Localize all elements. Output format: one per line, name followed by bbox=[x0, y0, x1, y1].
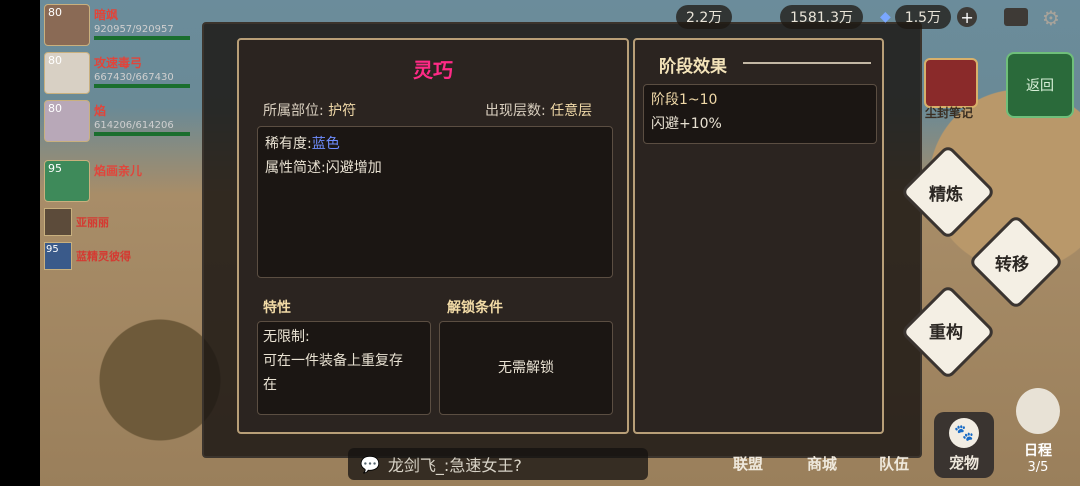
tab-alliance[interactable]: 联盟 bbox=[722, 446, 774, 480]
unlock-text: 无需解锁 bbox=[498, 360, 554, 376]
hp-bar bbox=[94, 132, 190, 136]
paw-icon: 🐾 bbox=[949, 418, 979, 448]
member-hp: 920957/920957 bbox=[94, 24, 174, 35]
schedule-label: 日程 bbox=[1024, 443, 1052, 459]
chat-message: 龙剑飞_:急速女王? bbox=[387, 456, 522, 475]
refine-label: 精炼 bbox=[929, 185, 963, 205]
tab-team[interactable]: 队伍 bbox=[868, 446, 920, 480]
currency-silver-value: 1581.3万 bbox=[780, 5, 863, 29]
party-member[interactable]: 95 焰画亲儿 bbox=[44, 160, 194, 202]
member-level: 80 bbox=[48, 6, 62, 19]
party-member[interactable]: 95 蓝精灵彼得 bbox=[44, 242, 164, 270]
rarity-value: 蓝色 bbox=[311, 136, 340, 152]
description-label: 属性简述: bbox=[265, 160, 326, 176]
avatar bbox=[44, 208, 72, 236]
currency-gem-value: 1.5万 bbox=[894, 5, 952, 29]
add-currency-button[interactable]: + bbox=[957, 7, 978, 27]
floor-value: 任意层 bbox=[550, 103, 593, 119]
chat-bubble-icon: 💬 bbox=[360, 454, 380, 474]
rebuild-label: 重构 bbox=[929, 323, 963, 343]
description-value: 闪避增加 bbox=[325, 160, 382, 176]
mail-icon[interactable] bbox=[1004, 8, 1028, 26]
currency-silver: 1581.3万 bbox=[780, 4, 863, 30]
hp-bar bbox=[94, 84, 190, 88]
member-level: 95 bbox=[46, 244, 59, 255]
pet-button[interactable]: 🐾 宠物 bbox=[934, 412, 994, 478]
stage-effect-box: 阶段1~10 闪避+10% bbox=[643, 84, 877, 144]
rarity-line: 稀有度:蓝色 bbox=[265, 133, 340, 155]
member-name: 暗飒 bbox=[94, 8, 119, 22]
tab-shop[interactable]: 商城 bbox=[796, 446, 848, 480]
pet-label: 宠物 bbox=[948, 454, 979, 472]
rarity-label: 稀有度: bbox=[265, 136, 312, 152]
member-name: 焰 bbox=[94, 104, 107, 118]
slot-row: 所属部位: 护符 bbox=[263, 100, 356, 120]
unlock-box: 无需解锁 bbox=[439, 321, 613, 415]
trait-line-1: 无限制: bbox=[263, 329, 310, 345]
member-hp: 614206/614206 bbox=[94, 120, 174, 131]
stage-range: 阶段1~10 bbox=[651, 92, 718, 108]
stage-effect: 闪避+10% bbox=[651, 116, 722, 132]
member-hp: 667430/667430 bbox=[94, 72, 174, 83]
party-member[interactable]: 80 攻速毒弓 667430/667430 bbox=[44, 52, 194, 94]
trait-heading: 特性 bbox=[263, 300, 291, 316]
currency-gem: ◆ 1.5万 + bbox=[880, 4, 978, 30]
slot-value: 护符 bbox=[328, 103, 357, 119]
trait-line-3: 在 bbox=[263, 377, 277, 393]
party-member[interactable]: 80 暗飒 920957/920957 bbox=[44, 4, 194, 46]
member-name: 亚丽丽 bbox=[76, 216, 109, 229]
seal-note-label: 尘封笔记 bbox=[924, 106, 973, 120]
member-name: 攻速毒弓 bbox=[94, 56, 143, 70]
stage-effect-title: 阶段效果 bbox=[659, 57, 727, 77]
member-name: 蓝精灵彼得 bbox=[76, 250, 131, 263]
schedule-avatar bbox=[1016, 388, 1060, 434]
settings-gear-icon[interactable]: ⚙ bbox=[1042, 6, 1060, 30]
schedule-count: 3/5 bbox=[1027, 460, 1049, 475]
currency-gold: 2.2万 bbox=[676, 4, 733, 30]
transfer-label: 转移 bbox=[995, 255, 1029, 275]
back-button[interactable]: 返回 bbox=[1006, 52, 1074, 118]
member-level: 80 bbox=[48, 54, 62, 67]
stage-effect-panel: 阶段效果 阶段1~10 闪避+10% bbox=[633, 38, 884, 434]
attribute-info-box: 稀有度:蓝色 属性简述:闪避增加 bbox=[257, 126, 613, 278]
title-divider bbox=[743, 62, 871, 64]
chat-bar[interactable]: 💬 龙剑飞_:急速女王? bbox=[348, 448, 648, 480]
party-member[interactable]: 亚丽丽 bbox=[44, 208, 164, 236]
floor-row: 出现层数: 任意层 bbox=[485, 100, 592, 120]
party-member[interactable]: 80 焰 614206/614206 bbox=[44, 100, 194, 142]
trait-box: 无限制: 可在一件装备上重复存 在 bbox=[257, 321, 431, 415]
gem-icon: ◆ bbox=[880, 9, 891, 25]
attribute-detail-panel: 灵巧 所属部位: 护符 出现层数: 任意层 稀有度:蓝色 属性简述:闪避增加 特… bbox=[237, 38, 629, 434]
attribute-title: 灵巧 bbox=[413, 58, 453, 82]
unlock-heading: 解锁条件 bbox=[447, 300, 503, 316]
member-level: 80 bbox=[48, 102, 62, 115]
floor-label: 出现层数: bbox=[485, 103, 546, 119]
hp-bar bbox=[94, 36, 190, 40]
currency-gold-value: 2.2万 bbox=[676, 5, 733, 29]
trait-line-2: 可在一件装备上重复存 bbox=[263, 353, 403, 369]
slot-label: 所属部位: bbox=[263, 103, 324, 119]
member-level: 95 bbox=[48, 162, 62, 175]
seal-note-icon[interactable] bbox=[924, 58, 978, 108]
member-name: 焰画亲儿 bbox=[94, 164, 143, 178]
schedule-button[interactable]: 日程 3/5 bbox=[1010, 388, 1066, 482]
description-line: 属性简述:闪避增加 bbox=[265, 157, 382, 179]
